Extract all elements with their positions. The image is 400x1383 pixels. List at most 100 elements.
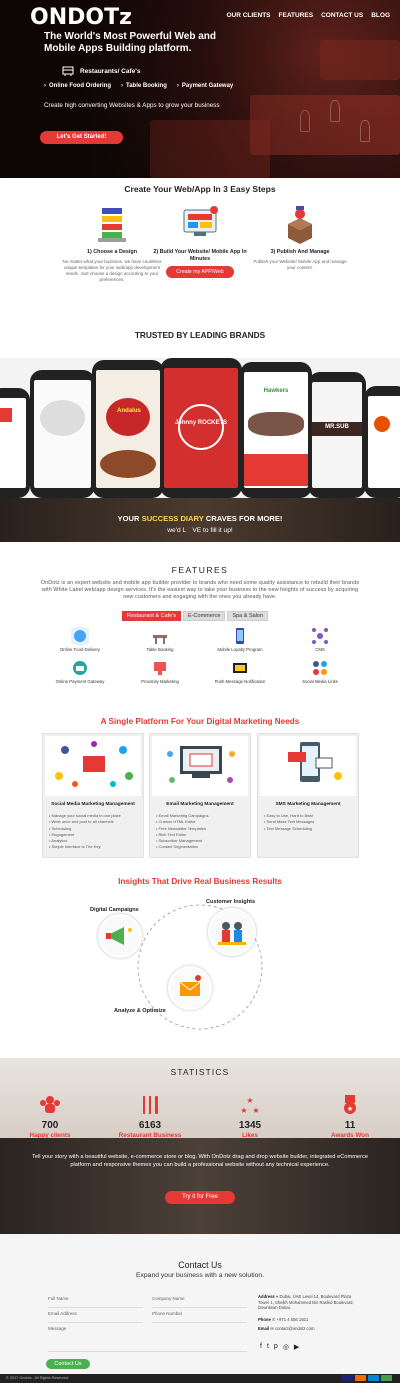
site-logo[interactable]: ONDOTz [30, 5, 132, 30]
feature-table-booking: Table Booking [120, 627, 200, 653]
email-address-field[interactable]: Email Address [48, 1311, 143, 1323]
get-started-button[interactable]: Let's Get Started! [40, 131, 123, 144]
stat-awards-won: ★ 11 Awards Won [310, 1094, 390, 1139]
step-1-desc: No matter what your business, we have co… [62, 259, 162, 282]
customer-insights-circle [208, 908, 256, 956]
card-sms: SMS Marketing Management Easy to Use, Ha… [257, 733, 359, 858]
main-nav: OUR CLIENTS FEATURES CONTACT US BLOG [226, 12, 390, 19]
stat-value: 700 [41, 1120, 59, 1131]
card-item: Simple Interface Is The Key [49, 844, 143, 850]
stars-icon: ★ ★ ★ [239, 1094, 261, 1116]
create-app-button[interactable]: Create my APP/Web [166, 266, 234, 278]
design-templates-icon [92, 204, 132, 246]
step-1-caption: 1) Choose a Design [86, 249, 138, 255]
stat-likes: ★ ★ ★ 1345 Likes [210, 1094, 290, 1139]
try-free-button[interactable]: Try it for Free [165, 1191, 235, 1204]
sms-art [260, 736, 356, 796]
tab-restaurant[interactable]: Restaurant & Cafe's [122, 611, 182, 621]
nav-features[interactable]: FEATURES [279, 12, 314, 19]
brand-logo-hawkers: Hawkers [263, 388, 289, 394]
social-media-art [45, 736, 141, 796]
option-table-booking[interactable]: Table Booking [121, 83, 167, 89]
publish-box-icon [280, 204, 320, 246]
email-block: Email ✉ contact@ondotz.com [258, 1326, 314, 1332]
feature-cms: CMS [280, 627, 360, 653]
features-intro: OnDotz is an expert website and mobile a… [40, 580, 360, 600]
card-title: Email Marketing Management [166, 802, 234, 807]
platform-title: A Single Platform For Your Digital Marke… [100, 717, 300, 726]
diary-love-post: VE to fill it up! [192, 527, 233, 534]
feature-mobile-loyalty: Mobile Loyalty Program [200, 627, 280, 653]
mastercard-icon [355, 1375, 366, 1381]
diary-emphasis: SUCCESS DIARY [141, 514, 204, 523]
table-icon [151, 627, 169, 645]
youtube-icon[interactable]: ▶ [294, 1343, 299, 1351]
visa-icon [342, 1375, 353, 1381]
company-name-field[interactable]: Company Name [152, 1296, 247, 1308]
story-section: Tell your story with a beautiful website… [0, 1138, 400, 1234]
step-2: 2) Build Your Website/ Mobile App In Min… [150, 204, 250, 272]
contact-section: Contact Us Expand your business with a n… [0, 1234, 400, 1374]
phone-label: Phone [258, 1317, 271, 1322]
twitter-icon[interactable]: t [267, 1343, 269, 1351]
email-art [152, 736, 248, 796]
phone-icon: ✆ [271, 1317, 276, 1322]
label-digital-campaigns: Digital Campaigns [90, 907, 139, 913]
success-diary-banner: YOUR SUCCESS DIARY CRAVES FOR MORE! we'd… [0, 498, 400, 542]
brands-showcase: Andalus Johnny ROCKETS Hawkers MR.SUB [0, 358, 400, 498]
proximity-icon [151, 659, 169, 677]
diary-pre: YOUR [117, 514, 140, 523]
full-name-field[interactable]: Full Name [48, 1296, 143, 1308]
story-text: Tell your story with a beautiful website… [31, 1154, 369, 1168]
pinterest-icon[interactable]: p [274, 1343, 278, 1351]
feature-online-food-delivery: Online Food Delivery [40, 627, 120, 653]
card-email: Email Marketing Management Email Marketi… [149, 733, 251, 858]
diary-post: CRAVES FOR MORE! [205, 514, 283, 523]
stat-happy-clients: 700 Happy clients [10, 1094, 90, 1139]
feature-label: Table Booking [146, 647, 174, 652]
card-item: Contact Segmentation [156, 844, 250, 850]
facebook-icon[interactable]: f [260, 1343, 262, 1351]
restaurant-icon [62, 66, 74, 76]
feature-label: CMS [315, 647, 325, 652]
hero-subtitle: Create high converting Websites & Apps t… [44, 102, 220, 109]
label-customer-insights: Customer Insights [206, 899, 256, 905]
cms-icon [311, 627, 329, 645]
mobile-loyalty-icon [231, 627, 249, 645]
contact-subtitle: Expand your business with a new solution… [135, 1272, 265, 1279]
digital-campaigns-circle [98, 914, 142, 958]
stat-value: 11 [344, 1120, 356, 1131]
category-label: Restaurants/ Cafe's [80, 67, 141, 75]
address-block: Address ⌖ Dubai, UAE Level 14, Boulevard… [258, 1294, 363, 1311]
instagram-icon[interactable]: ◎ [283, 1343, 289, 1351]
contact-submit-button[interactable]: Contact Us [46, 1359, 90, 1369]
feature-push-notification: Push Message Notification [200, 659, 280, 685]
svg-text:★: ★ [252, 1106, 259, 1115]
label-analyze-optimize: Analyze & Optimize [114, 1008, 166, 1014]
phone-number-field[interactable]: Phone Number [152, 1311, 247, 1323]
nav-blog[interactable]: BLOG [371, 12, 390, 19]
payment-icons [342, 1375, 392, 1381]
tab-ecommerce[interactable]: E-Commerce [183, 611, 226, 621]
tab-spa-salon[interactable]: Spa & Salon [227, 611, 269, 621]
nav-contact-us[interactable]: CONTACT US [321, 12, 363, 19]
svg-text:★: ★ [246, 1096, 253, 1105]
brand-logo-johnny-rockets: Johnny ROCKETS [174, 420, 228, 426]
feature-label: Online Food Delivery [59, 647, 101, 652]
paypal-icon [368, 1375, 379, 1381]
feature-grid: Online Food Delivery Table Booking Mobil… [40, 627, 360, 684]
contact-title: Contact Us [178, 1260, 222, 1270]
stat-restaurant-business: 6163 Restaurant Business [110, 1094, 190, 1139]
analytics-icon [170, 968, 210, 1008]
nav-our-clients[interactable]: OUR CLIENTS [226, 12, 270, 19]
option-online-food-ordering[interactable]: Online Food Ordering [44, 83, 111, 89]
message-field[interactable]: Message [48, 1326, 247, 1352]
feature-label: Online Payment Gateway [55, 678, 105, 684]
category-row: Restaurants/ Cafe's [62, 65, 140, 77]
delivery-icon [71, 627, 89, 645]
award-icon: ★ [339, 1094, 361, 1116]
card-social-media: Social Media Marketing Management Manage… [42, 733, 144, 858]
option-payment-gateway[interactable]: Payment Gateway [177, 83, 233, 89]
megaphone-icon [100, 916, 140, 956]
feature-label: Mobile Loyalty Program [217, 647, 263, 652]
